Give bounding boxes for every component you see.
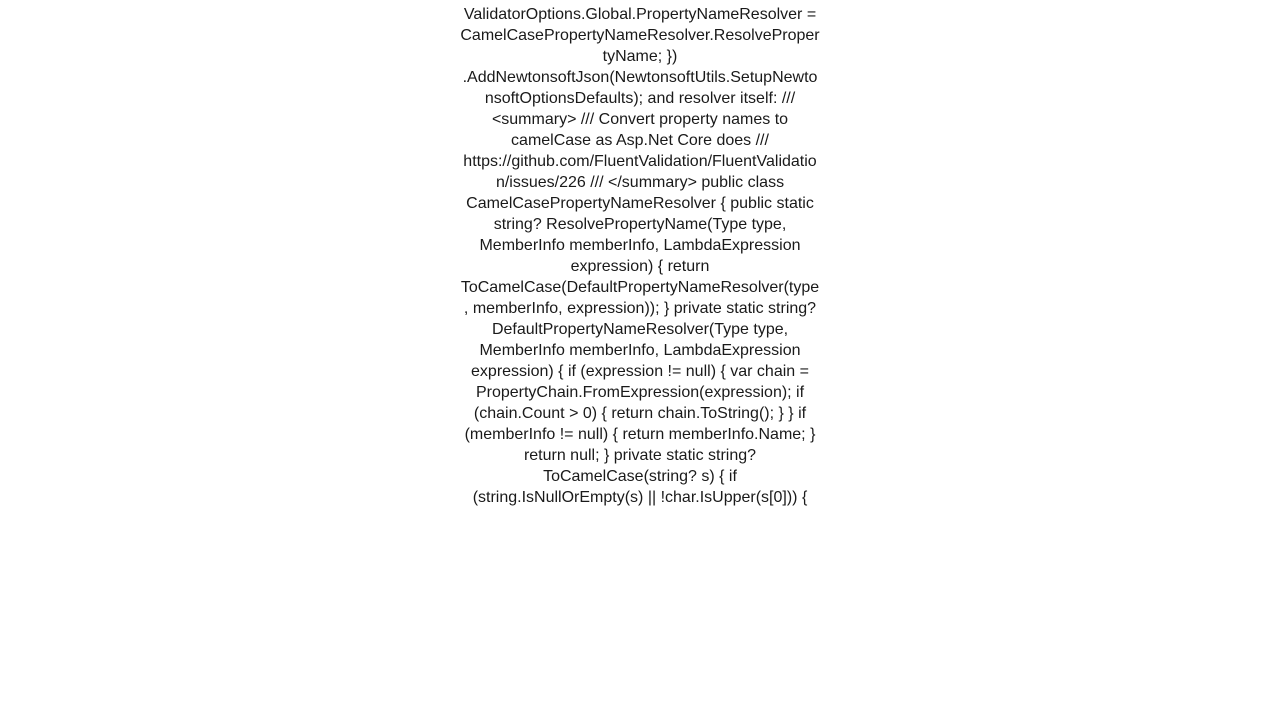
document-body: ValidatorOptions.Global.PropertyNameReso… (460, 4, 820, 508)
page-container: ValidatorOptions.Global.PropertyNameReso… (0, 0, 1280, 720)
